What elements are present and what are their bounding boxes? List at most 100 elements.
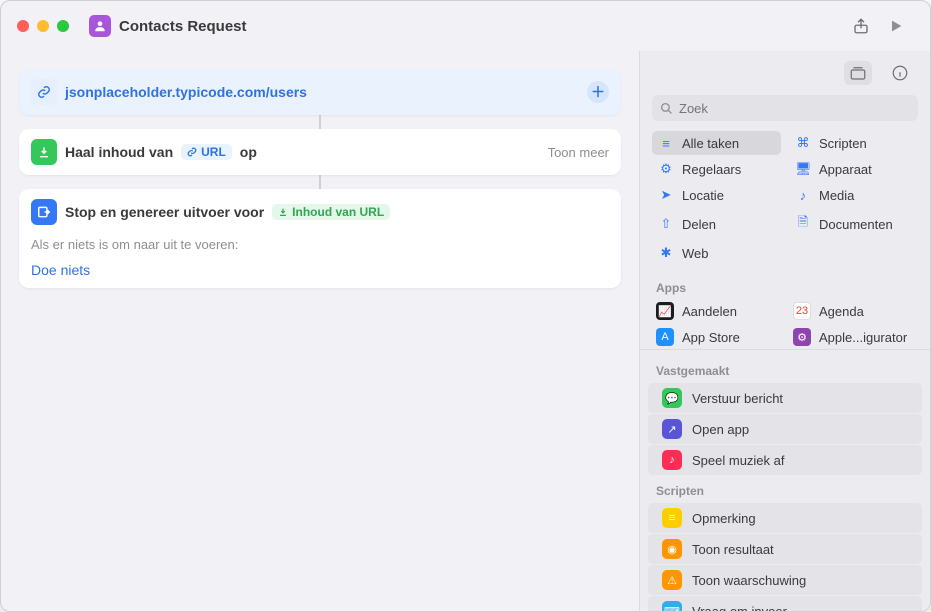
pinned-section-label: Vastgemaakt	[640, 356, 930, 382]
minimize-button[interactable]	[37, 20, 49, 32]
empty-output-label: Als er niets is om naar uit te voeren:	[19, 235, 621, 258]
category-delen[interactable]: ⇧Delen	[652, 209, 781, 239]
category-scripten[interactable]: ⌘ Scripten	[789, 131, 918, 155]
category-label: Scripten	[819, 136, 867, 151]
window-title: Contacts Request	[119, 18, 844, 35]
category-label: Web	[682, 246, 709, 261]
category-label: Apparaat	[819, 162, 872, 177]
action-label: Toon waarschuwing	[692, 573, 806, 588]
url-value[interactable]: jsonplaceholder.typicode.com/users	[65, 84, 579, 100]
action-toon-resultaat[interactable]: ◉ Toon resultaat	[648, 534, 922, 564]
category-icon: ⚙	[658, 161, 674, 177]
add-url-button[interactable]: ＋	[587, 81, 609, 103]
action-label: Vraag om invoer	[692, 604, 787, 612]
action-verstuur-bericht[interactable]: 💬 Verstuur bericht	[648, 383, 922, 413]
library-icon[interactable]	[844, 61, 872, 85]
app-label: Agenda	[819, 304, 864, 319]
action-label: Speel muziek af	[692, 453, 785, 468]
actions-list-pane: Vastgemaakt 💬 Verstuur bericht ↗ Open app ♪ S…	[640, 349, 930, 611]
action-opmerking[interactable]: ≡ Opmerking	[648, 503, 922, 533]
download-icon	[31, 139, 57, 165]
category-label: Media	[819, 188, 854, 203]
category-label: Documenten	[819, 217, 893, 232]
info-icon[interactable]	[886, 61, 914, 85]
action-toon-waarschuwing[interactable]: ⚠ Toon waarschuwing	[648, 565, 922, 595]
sidebar-toolbar	[640, 51, 930, 91]
action-open-app[interactable]: ↗ Open app	[648, 414, 922, 444]
content-variable-pill[interactable]: Inhoud van URL	[272, 204, 390, 220]
action-label: Opmerking	[692, 511, 756, 526]
link-icon	[31, 79, 57, 105]
category-apparaat[interactable]: 🖥 Apparaat	[789, 157, 918, 181]
category-icon: ➤	[658, 187, 674, 203]
category-alle-taken[interactable]: ≡ Alle taken	[652, 131, 781, 155]
action-icon: ↗	[662, 419, 682, 439]
close-button[interactable]	[17, 20, 29, 32]
output-icon	[31, 199, 57, 225]
app-apple-igurator[interactable]: ⚙ Apple...igurator	[789, 325, 918, 349]
category-icon: 🗎	[795, 213, 811, 235]
get-contents-action-card[interactable]: Haal inhoud van URL op Toon meer	[19, 129, 621, 175]
url-variable-pill[interactable]: URL	[181, 144, 232, 160]
get-action-prefix: Haal inhoud van	[65, 144, 173, 160]
app-label: Apple...igurator	[819, 330, 907, 345]
category-web[interactable]: ✱ Web	[652, 241, 781, 265]
shortcut-icon	[89, 15, 111, 37]
app-agenda[interactable]: 23 Agenda	[789, 299, 918, 323]
app-icon: 📈	[656, 302, 674, 320]
url-action-card[interactable]: jsonplaceholder.typicode.com/users ＋	[19, 69, 621, 115]
action-label: Open app	[692, 422, 749, 437]
title-actions	[852, 16, 904, 36]
app-window: Contacts Request jsonplaceholder.typicod…	[0, 0, 931, 612]
action-speel-muziek-af[interactable]: ♪ Speel muziek af	[648, 445, 922, 475]
window-controls	[17, 20, 69, 32]
category-documenten[interactable]: 🗎 Documenten	[789, 209, 918, 239]
app-icon: 23	[793, 302, 811, 320]
action-icon: 💬	[662, 388, 682, 408]
play-icon[interactable]	[888, 18, 904, 34]
app-aandelen[interactable]: 📈Aandelen	[652, 299, 781, 323]
zoom-button[interactable]	[57, 20, 69, 32]
titlebar: Contacts Request	[1, 1, 930, 51]
category-icon: ♪	[795, 188, 811, 203]
apps-grid: 📈Aandelen 23 Agenda A App Store ⚙ Apple...igur…	[640, 299, 930, 349]
app-icon: ⚙	[793, 328, 811, 346]
apps-section-label: Apps	[640, 273, 930, 299]
category-locatie[interactable]: ➤Locatie	[652, 183, 781, 207]
get-action-suffix: op	[240, 144, 257, 160]
actions-sidebar: ≡ Alle taken ⌘ Scripten ⚙ Regelaars 🖥 Apparaat ➤…	[639, 51, 930, 611]
window-body: jsonplaceholder.typicode.com/users ＋ Haa…	[1, 51, 930, 611]
connector	[319, 115, 321, 129]
category-icon: ⇧	[658, 216, 674, 232]
category-icon: ✱	[658, 245, 674, 261]
share-icon[interactable]	[852, 16, 870, 36]
action-icon: ⚠	[662, 570, 682, 590]
action-vraag-om-invoer[interactable]: ⌨ Vraag om invoer	[648, 596, 922, 611]
search-input[interactable]	[679, 101, 910, 116]
scripts-section-label: Scripten	[640, 476, 930, 502]
action-label: Verstuur bericht	[692, 391, 783, 406]
search-icon	[660, 102, 673, 115]
search-field[interactable]	[652, 95, 918, 121]
app-label: App Store	[682, 330, 740, 345]
action-icon: ◉	[662, 539, 682, 559]
connector	[319, 175, 321, 189]
category-media[interactable]: ♪ Media	[789, 183, 918, 207]
category-label: Alle taken	[682, 136, 739, 151]
show-more-button[interactable]: Toon meer	[548, 145, 609, 160]
action-label: Toon resultaat	[692, 542, 774, 557]
app-app-store[interactable]: A App Store	[652, 325, 781, 349]
category-icon: ⌘	[795, 135, 811, 151]
output-action-prefix: Stop en genereer uitvoer voor	[65, 204, 264, 220]
action-icon: ≡	[662, 508, 682, 528]
categories-grid: ≡ Alle taken ⌘ Scripten ⚙ Regelaars 🖥 Apparaat ➤…	[640, 131, 930, 273]
category-label: Regelaars	[682, 162, 741, 177]
category-icon: 🖥	[795, 161, 811, 177]
action-icon: ⌨	[662, 601, 682, 611]
app-icon: A	[656, 328, 674, 346]
category-icon: ≡	[658, 136, 674, 151]
output-action-card[interactable]: Stop en genereer uitvoer voor Inhoud van…	[19, 189, 621, 288]
empty-output-action[interactable]: Doe niets	[19, 258, 621, 288]
action-icon: ♪	[662, 450, 682, 470]
category-regelaars[interactable]: ⚙ Regelaars	[652, 157, 781, 181]
